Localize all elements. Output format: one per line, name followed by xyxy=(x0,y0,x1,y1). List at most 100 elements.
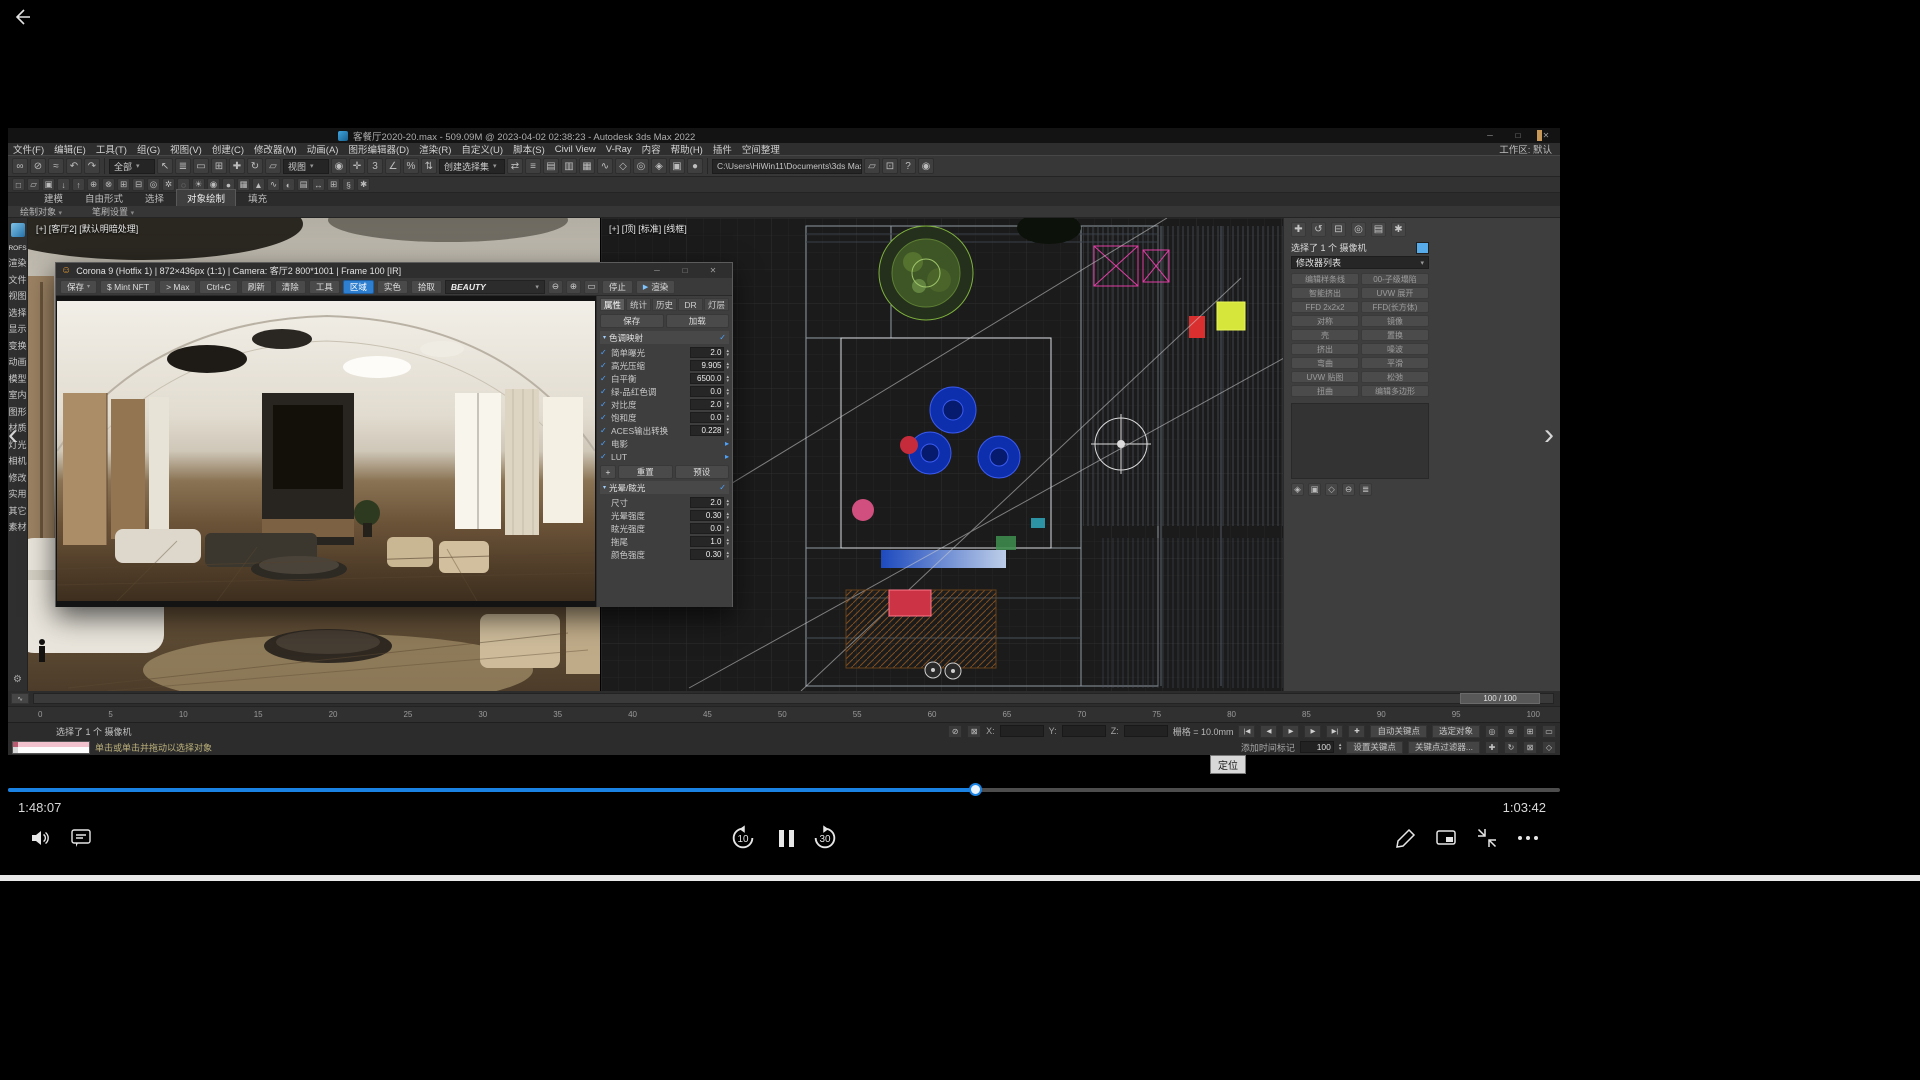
forward-30-button[interactable]: 30 xyxy=(811,824,839,852)
spinner-snap-icon[interactable]: ⇅ xyxy=(421,158,437,174)
make-unique-icon[interactable]: ◇ xyxy=(1325,483,1338,496)
hierarchy-tab-icon[interactable]: ⊟ xyxy=(1331,222,1346,237)
display-tab-icon[interactable]: ▤ xyxy=(1371,222,1386,237)
modifier-button[interactable]: 平滑 xyxy=(1361,357,1429,369)
menu-item[interactable]: 插件 xyxy=(708,142,737,156)
tools-button[interactable]: 工具 xyxy=(309,280,340,294)
corona-title-bar[interactable]: ☺ Corona 9 (Hotfix 1) | 872×436px (1:1) … xyxy=(56,263,732,278)
sidebar-item[interactable]: 显示 xyxy=(8,325,28,334)
maximize-icon[interactable]: □ xyxy=(1504,128,1532,143)
region-button[interactable]: 区域 xyxy=(343,280,374,294)
maxscript-mini-listener[interactable] xyxy=(12,741,90,754)
render-setup-icon[interactable]: ◈ xyxy=(651,158,667,174)
object-color-swatch[interactable] xyxy=(1416,242,1429,254)
config-save-button[interactable]: 保存 xyxy=(600,314,664,328)
unlink-icon[interactable]: ⊘ xyxy=(30,158,46,174)
scene-explorer-icon[interactable]: ▤ xyxy=(543,158,559,174)
menu-item[interactable]: 渲染(R) xyxy=(414,142,456,156)
z-coordinate-field[interactable] xyxy=(1124,725,1168,737)
ribbon-toggle-icon[interactable]: ▦ xyxy=(579,158,595,174)
zoom-extents-icon[interactable]: ⊞ xyxy=(1523,725,1537,738)
redo-icon[interactable]: ↷ xyxy=(84,158,100,174)
viewport-label[interactable]: [+] [顶] [标准] [线框] xyxy=(609,222,687,235)
previous-overlay-arrow[interactable]: ‹ xyxy=(8,420,18,450)
snap-toggle-3d-icon[interactable]: 3 xyxy=(367,158,383,174)
angle-snap-icon[interactable]: ∠ xyxy=(385,158,401,174)
back-button[interactable] xyxy=(10,5,36,29)
sidebar-item[interactable]: 其它 xyxy=(8,507,28,516)
checkbox[interactable]: ✓ xyxy=(600,452,609,461)
modifier-button[interactable]: 编辑样条线 xyxy=(1291,273,1359,285)
minimize-icon[interactable]: ─ xyxy=(1476,128,1504,143)
y-coordinate-field[interactable] xyxy=(1062,725,1106,737)
corona-tab[interactable]: 统计 xyxy=(626,298,651,311)
menu-item[interactable]: 创建(C) xyxy=(207,142,249,156)
select-object-icon[interactable]: ↖ xyxy=(157,158,173,174)
script-icon[interactable]: § xyxy=(342,178,355,191)
sidebar-item[interactable]: 动画 xyxy=(8,358,28,367)
modifier-button[interactable]: FFD(长方体) xyxy=(1361,301,1429,313)
modifier-button[interactable]: 对称 xyxy=(1291,315,1359,327)
volume-button[interactable] xyxy=(26,824,54,852)
checkbox[interactable]: ✓ xyxy=(600,426,609,435)
parameter-value-field[interactable]: 0.0 xyxy=(690,523,724,534)
zoom-icon[interactable]: ◎ xyxy=(1485,725,1499,738)
menu-item[interactable]: 动画(A) xyxy=(302,142,344,156)
track-bar[interactable]: 0510152025303540455055606570758085909510… xyxy=(8,706,1560,722)
maximize-icon[interactable]: □ xyxy=(671,263,699,278)
reset-button[interactable]: 重置 xyxy=(618,465,673,479)
reference-coordinate-dropdown[interactable]: 视图 ▾ xyxy=(283,159,329,174)
bloom-glare-section-header[interactable]: ▾ 光晕/眩光 ✓ xyxy=(600,481,729,494)
configure-modifier-sets-icon[interactable]: ≣ xyxy=(1359,483,1372,496)
expand-right-icon[interactable]: ▸ xyxy=(725,439,729,448)
sidebar-item[interactable]: 变换 xyxy=(8,342,28,351)
sidebar-item[interactable]: 渲染 xyxy=(8,259,28,268)
next-overlay-arrow[interactable]: › xyxy=(1544,420,1554,450)
mint-nft-button[interactable]: $ Mint NFT xyxy=(100,280,156,294)
settings-icon[interactable]: ✱ xyxy=(357,178,370,191)
boolean-icon[interactable]: ◐ xyxy=(282,178,295,191)
modifier-button[interactable]: 镜像 xyxy=(1361,315,1429,327)
refresh-button[interactable]: 刷新 xyxy=(241,280,272,294)
checkbox[interactable]: ✓ xyxy=(600,439,609,448)
checkbox[interactable]: ✓ xyxy=(600,400,609,409)
frame-spinner[interactable]: ▴▾ xyxy=(1339,743,1342,751)
sidebar-item[interactable]: 模型 xyxy=(8,375,28,384)
rendered-frame-icon[interactable]: ▣ xyxy=(669,158,685,174)
align-icon[interactable]: ≡ xyxy=(525,158,541,174)
value-spinner[interactable]: ▴▾ xyxy=(726,362,729,370)
modifier-button[interactable]: 00-子级塌陷 xyxy=(1361,273,1429,285)
folder-icon[interactable]: ▱ xyxy=(864,158,880,174)
previous-frame-icon[interactable]: ◀ xyxy=(1260,725,1277,738)
pan-icon[interactable]: ✚ xyxy=(1485,741,1499,754)
danmaku-button[interactable] xyxy=(67,824,95,852)
value-spinner[interactable]: ▴▾ xyxy=(726,512,729,520)
modifier-list-dropdown[interactable]: 修改器列表 ▾ xyxy=(1291,256,1429,269)
value-spinner[interactable]: ▴▾ xyxy=(726,427,729,435)
menu-item[interactable]: 文件(F) xyxy=(8,142,49,156)
corona-tab[interactable]: 历史 xyxy=(652,298,677,311)
set-key-icon[interactable]: ✚ xyxy=(1348,725,1365,738)
current-frame-marker[interactable] xyxy=(1537,130,1542,141)
ribbon-group-paint-objects[interactable]: 绘制对象 ▾ xyxy=(20,205,62,218)
checkbox[interactable]: ✓ xyxy=(600,348,609,357)
zoom-all-icon[interactable]: ⊕ xyxy=(1504,725,1518,738)
minimize-icon[interactable]: ─ xyxy=(643,263,671,278)
help-icon[interactable]: ? xyxy=(900,158,916,174)
current-frame-field[interactable]: 100 xyxy=(1300,741,1334,753)
time-slider-track[interactable] xyxy=(33,693,1554,704)
sidebar-item[interactable]: 修改 xyxy=(8,474,28,483)
value-spinner[interactable]: ▴▾ xyxy=(726,375,729,383)
checkbox[interactable]: ✓ xyxy=(600,387,609,396)
ribbon-group-brush-settings[interactable]: 笔刷设置 ▾ xyxy=(92,205,134,218)
orbit-icon[interactable]: ↻ xyxy=(1504,741,1518,754)
layer-explorer-icon[interactable]: ▥ xyxy=(561,158,577,174)
modifier-button[interactable]: 置换 xyxy=(1361,329,1429,341)
value-spinner[interactable]: ▴▾ xyxy=(726,349,729,357)
sign-in-icon[interactable]: ◉ xyxy=(918,158,934,174)
curve-editor-icon[interactable]: ∿ xyxy=(597,158,613,174)
rewind-10-button[interactable]: 10 xyxy=(729,824,757,852)
parameter-value-field[interactable]: 0.0 xyxy=(690,386,724,397)
show-end-result-icon[interactable]: ▣ xyxy=(1308,483,1321,496)
link-icon[interactable]: ∞ xyxy=(12,158,28,174)
